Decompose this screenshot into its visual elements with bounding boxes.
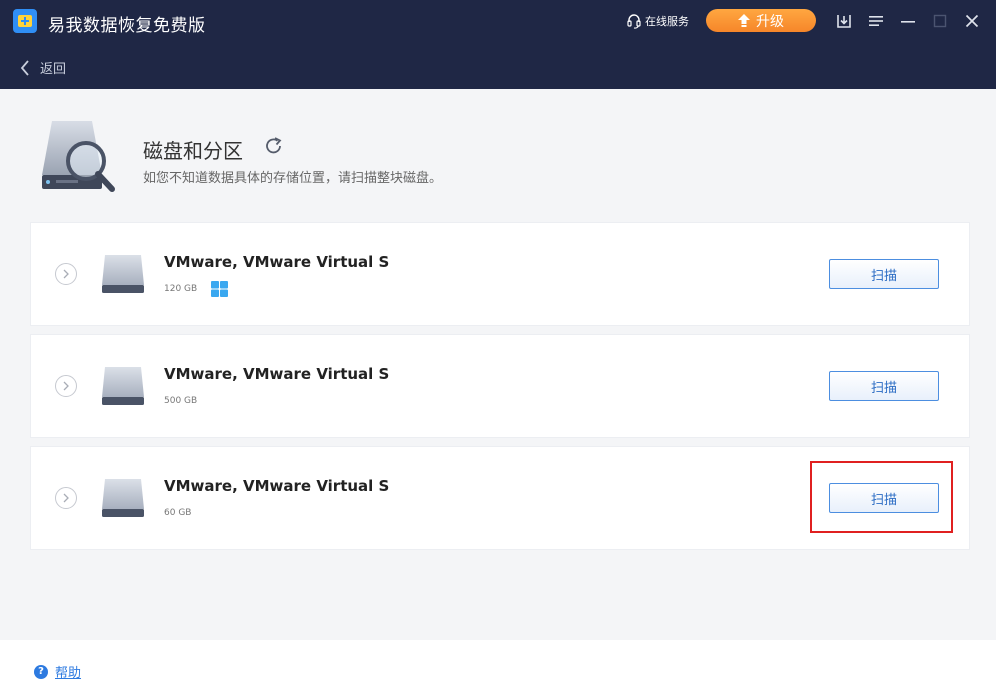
disk-search-icon xyxy=(42,121,115,192)
close-icon xyxy=(965,14,979,28)
chevron-right-icon xyxy=(63,381,69,391)
back-label: 返回 xyxy=(40,62,67,77)
close-button[interactable] xyxy=(963,12,981,30)
download-button[interactable] xyxy=(835,12,853,30)
section-description: 如您不知道数据具体的存储位置，请扫描整块磁盘。 xyxy=(143,171,443,186)
help-label: 帮助 xyxy=(55,666,82,681)
disk-name: VMware, VMware Virtual S xyxy=(164,253,390,271)
help-icon: ? xyxy=(34,664,48,679)
upgrade-arrow-icon xyxy=(738,14,750,27)
back-button[interactable]: 返回 xyxy=(20,58,66,77)
hard-drive-icon xyxy=(102,367,144,405)
menu-button[interactable] xyxy=(867,12,885,30)
disk-size: 500 GB xyxy=(164,396,198,406)
download-icon xyxy=(837,15,851,28)
disk-size: 60 GB xyxy=(164,508,192,518)
disk-row[interactable]: VMware, VMware Virtual S 120 GB 扫描 xyxy=(30,222,970,326)
disk-row[interactable]: VMware, VMware Virtual S 60 GB 扫描 xyxy=(30,446,970,550)
app-title: 易我数据恢复免费版 xyxy=(48,16,206,36)
chevron-left-icon xyxy=(20,59,29,76)
windows-logo-icon xyxy=(211,281,228,297)
scan-button[interactable]: 扫描 xyxy=(829,483,939,513)
maximize-icon xyxy=(933,14,947,28)
footer: ? 帮助 xyxy=(0,640,996,697)
hard-drive-icon xyxy=(102,479,144,517)
refresh-icon[interactable] xyxy=(264,136,284,156)
page-title: 磁盘和分区 xyxy=(143,139,243,163)
expand-button[interactable] xyxy=(55,263,77,285)
navigation-bar: 返回 xyxy=(0,44,996,89)
disk-row[interactable]: VMware, VMware Virtual S 500 GB 扫描 xyxy=(30,334,970,438)
expand-button[interactable] xyxy=(55,375,77,397)
online-service-label: 在线服务 xyxy=(645,15,689,28)
title-bar: 易我数据恢复免费版 在线服务 升级 xyxy=(0,0,996,44)
expand-button[interactable] xyxy=(55,487,77,509)
minimize-icon xyxy=(901,21,915,23)
maximize-button[interactable] xyxy=(931,12,949,30)
help-link[interactable]: ? 帮助 xyxy=(34,662,81,681)
menu-icon xyxy=(869,16,883,26)
disk-name: VMware, VMware Virtual S xyxy=(164,477,390,495)
hard-drive-icon xyxy=(102,255,144,293)
app-logo-icon xyxy=(13,9,37,33)
upgrade-label: 升级 xyxy=(756,13,784,30)
headset-icon xyxy=(627,14,641,29)
disk-size: 120 GB xyxy=(164,284,198,294)
upgrade-button[interactable]: 升级 xyxy=(706,9,816,32)
section-header: 磁盘和分区 如您不知道数据具体的存储位置，请扫描整块磁盘。 xyxy=(0,89,996,213)
chevron-right-icon xyxy=(63,493,69,503)
chevron-right-icon xyxy=(63,269,69,279)
minimize-button[interactable] xyxy=(899,12,917,30)
online-service-link[interactable]: 在线服务 xyxy=(627,13,689,29)
disk-name: VMware, VMware Virtual S xyxy=(164,365,390,383)
scan-button[interactable]: 扫描 xyxy=(829,371,939,401)
scan-button[interactable]: 扫描 xyxy=(829,259,939,289)
